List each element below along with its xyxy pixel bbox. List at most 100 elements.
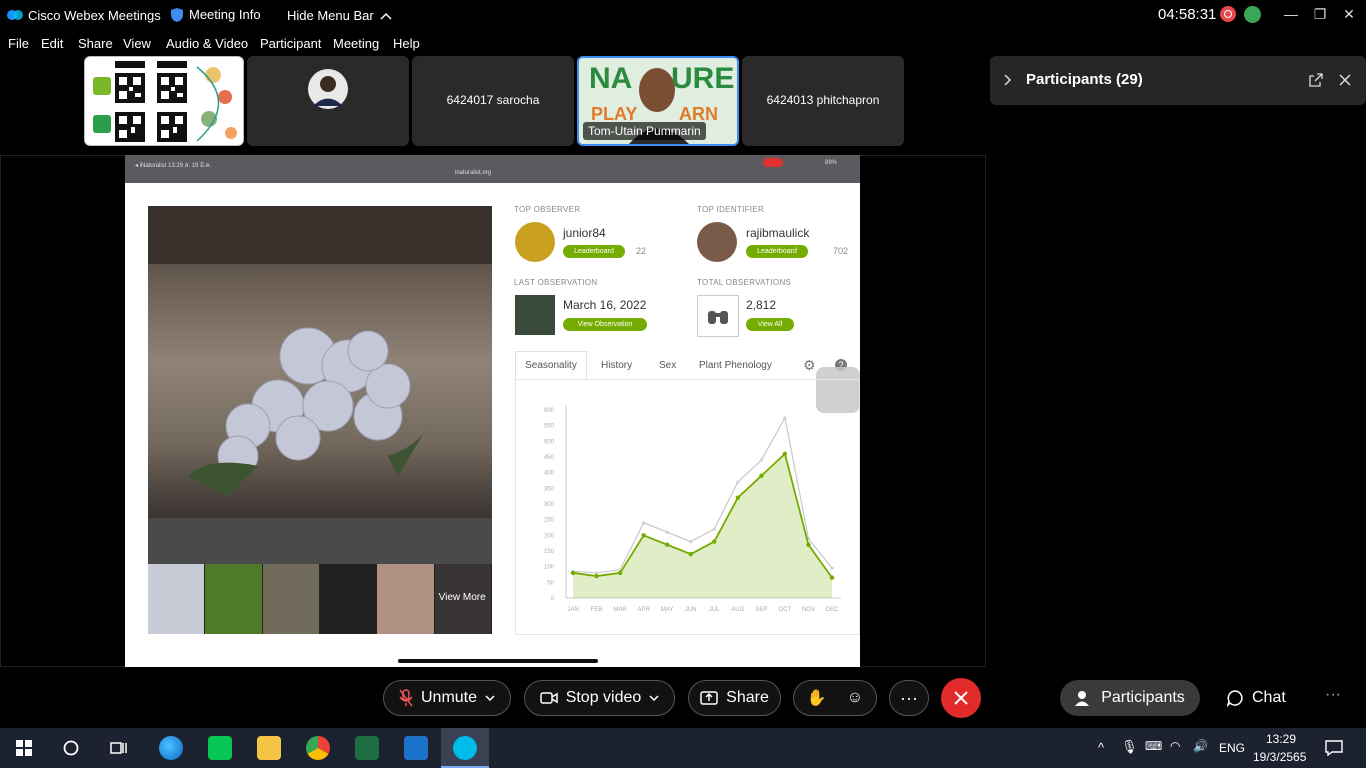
taskbar-webex-active[interactable] bbox=[441, 728, 489, 768]
unmute-button[interactable]: Unmute bbox=[383, 680, 511, 716]
top-observer-avatar[interactable] bbox=[515, 222, 555, 262]
share-screen-icon bbox=[700, 691, 718, 705]
recording-icon[interactable] bbox=[1220, 6, 1236, 22]
top-identifier-leaderboard-button[interactable]: Leaderboard bbox=[746, 245, 808, 258]
x-tick-label: JUL bbox=[709, 607, 720, 613]
photo-thumb-5[interactable] bbox=[377, 564, 435, 634]
tab-history[interactable]: History bbox=[601, 360, 632, 371]
leave-meeting-button[interactable] bbox=[941, 678, 981, 718]
file-explorer-icon[interactable] bbox=[257, 736, 281, 760]
battery-percent: 89% bbox=[825, 160, 838, 166]
photo-thumbnails[interactable]: View More bbox=[148, 564, 492, 634]
series-point-upper bbox=[712, 527, 716, 531]
menu-edit[interactable]: Edit bbox=[41, 36, 63, 51]
meeting-info-button[interactable]: Meeting Info bbox=[171, 7, 261, 22]
language-indicator[interactable]: ENG bbox=[1219, 741, 1245, 755]
menu-share[interactable]: Share bbox=[78, 36, 113, 51]
active-speaker-name: Tom-Utain Pummarin bbox=[583, 122, 706, 140]
y-tick-label: 0 bbox=[551, 596, 555, 602]
top-observer-label: TOP OBSERVER bbox=[514, 205, 581, 214]
more-panels-icon[interactable]: ··· bbox=[1325, 686, 1341, 704]
popout-icon[interactable] bbox=[1309, 73, 1323, 87]
emoji-reaction-icon[interactable]: ☺ bbox=[847, 689, 863, 707]
menu-file[interactable]: File bbox=[8, 36, 29, 51]
more-options-button[interactable]: ··· bbox=[889, 680, 929, 716]
wifi-icon[interactable]: ◠ bbox=[1170, 739, 1180, 753]
network-stats-icon[interactable] bbox=[1244, 6, 1261, 23]
top-observer-name[interactable]: junior84 bbox=[563, 226, 606, 240]
view-more-tile[interactable]: View More bbox=[434, 564, 492, 634]
excel-icon[interactable] bbox=[355, 736, 379, 760]
stop-video-button[interactable]: Stop video bbox=[524, 680, 675, 716]
chat-button[interactable]: Chat bbox=[1226, 680, 1286, 716]
speaker-icon[interactable]: 🔊 bbox=[1193, 739, 1208, 753]
last-observation-thumb[interactable] bbox=[515, 295, 555, 335]
top-identifier-name[interactable]: rajibmaulick bbox=[746, 226, 809, 240]
menu-audio-video[interactable]: Audio & Video bbox=[166, 36, 248, 51]
unmute-label: Unmute bbox=[420, 689, 478, 706]
tab-plant-phenology[interactable]: Plant Phenology bbox=[699, 360, 772, 371]
menu-meeting[interactable]: Meeting bbox=[333, 36, 379, 51]
tab-seasonality[interactable]: Seasonality bbox=[515, 351, 587, 379]
x-tick-label: SEP bbox=[755, 607, 767, 613]
y-tick-label: 200 bbox=[544, 533, 555, 539]
participant-name: 6424013 phitchapron bbox=[766, 93, 880, 107]
series-point-main bbox=[688, 551, 693, 557]
thumbnail-participant-avatar[interactable] bbox=[247, 56, 409, 146]
thumbnail-active-speaker[interactable]: NA URE PLAY ARN Tom-Utain Pummarin bbox=[577, 56, 739, 146]
top-observer-leaderboard-button[interactable]: Leaderboard bbox=[563, 245, 625, 258]
raise-hand-icon[interactable]: ✋ bbox=[807, 688, 827, 708]
series-point-upper bbox=[689, 540, 693, 544]
input-indicator-icon[interactable]: ⌨ bbox=[1145, 739, 1162, 753]
thumbnail-sarocha[interactable]: 6424017 sarocha bbox=[412, 56, 574, 146]
top-identifier-avatar[interactable] bbox=[697, 222, 737, 262]
series-point-main bbox=[641, 533, 646, 538]
line-app-icon[interactable] bbox=[208, 736, 232, 760]
photos-icon[interactable] bbox=[404, 736, 428, 760]
photo-thumb-1[interactable] bbox=[148, 564, 206, 634]
taskbar-time[interactable]: 13:29 bbox=[1266, 732, 1296, 746]
x-tick-label: FEB bbox=[591, 607, 603, 613]
chevron-up-icon bbox=[380, 12, 392, 20]
series-point-upper bbox=[642, 521, 646, 525]
photo-thumb-4[interactable] bbox=[319, 564, 378, 634]
status-url: inaturalist.org bbox=[455, 170, 492, 176]
close-window-button[interactable]: ✕ bbox=[1336, 4, 1362, 24]
photo-thumb-3[interactable] bbox=[262, 564, 320, 634]
hide-menu-label: Hide Menu Bar bbox=[287, 8, 374, 23]
hide-menu-bar-button[interactable]: Hide Menu Bar bbox=[287, 8, 392, 23]
stop-video-label: Stop video bbox=[565, 689, 642, 706]
view-all-button[interactable]: View All bbox=[746, 318, 794, 331]
binoculars-icon bbox=[697, 295, 739, 337]
minimize-button[interactable]: — bbox=[1278, 4, 1304, 24]
thumbnail-qr-share[interactable] bbox=[84, 56, 244, 146]
series-point-main bbox=[735, 495, 741, 500]
view-observation-button[interactable]: View Observation bbox=[563, 318, 647, 331]
chevron-up-icon[interactable]: ^ bbox=[1098, 740, 1104, 755]
tab-sex[interactable]: Sex bbox=[659, 360, 676, 371]
edge-browser-icon[interactable] bbox=[159, 736, 183, 760]
photo-thumb-2[interactable] bbox=[205, 564, 263, 634]
close-icon[interactable] bbox=[1339, 74, 1351, 86]
menu-view[interactable]: View bbox=[123, 36, 151, 51]
series-point-upper bbox=[736, 480, 740, 484]
windows-start-icon[interactable] bbox=[16, 740, 32, 756]
share-button[interactable]: Share bbox=[688, 680, 781, 716]
menu-help[interactable]: Help bbox=[393, 36, 420, 51]
chrome-browser-icon[interactable] bbox=[306, 736, 330, 760]
search-icon[interactable] bbox=[63, 740, 79, 756]
notification-icon[interactable] bbox=[1325, 740, 1343, 756]
thumbnail-phitchapron[interactable]: 6424013 phitchapron bbox=[742, 56, 904, 146]
maximize-button[interactable]: ❐ bbox=[1307, 4, 1333, 24]
svg-text:PLAY: PLAY bbox=[591, 104, 637, 124]
gear-icon[interactable]: ⚙ bbox=[803, 357, 816, 374]
taskbar-date[interactable]: 19/3/2565 bbox=[1253, 750, 1306, 764]
task-view-icon[interactable] bbox=[110, 740, 128, 756]
person-icon bbox=[1075, 691, 1090, 706]
video-camera-icon bbox=[539, 692, 558, 704]
series-point-upper bbox=[759, 458, 763, 462]
menu-participant[interactable]: Participant bbox=[260, 36, 321, 51]
chevron-right-icon[interactable] bbox=[1004, 74, 1012, 86]
participants-button[interactable]: Participants bbox=[1060, 680, 1200, 716]
microphone-icon[interactable]: 🎙 bbox=[1121, 739, 1138, 755]
